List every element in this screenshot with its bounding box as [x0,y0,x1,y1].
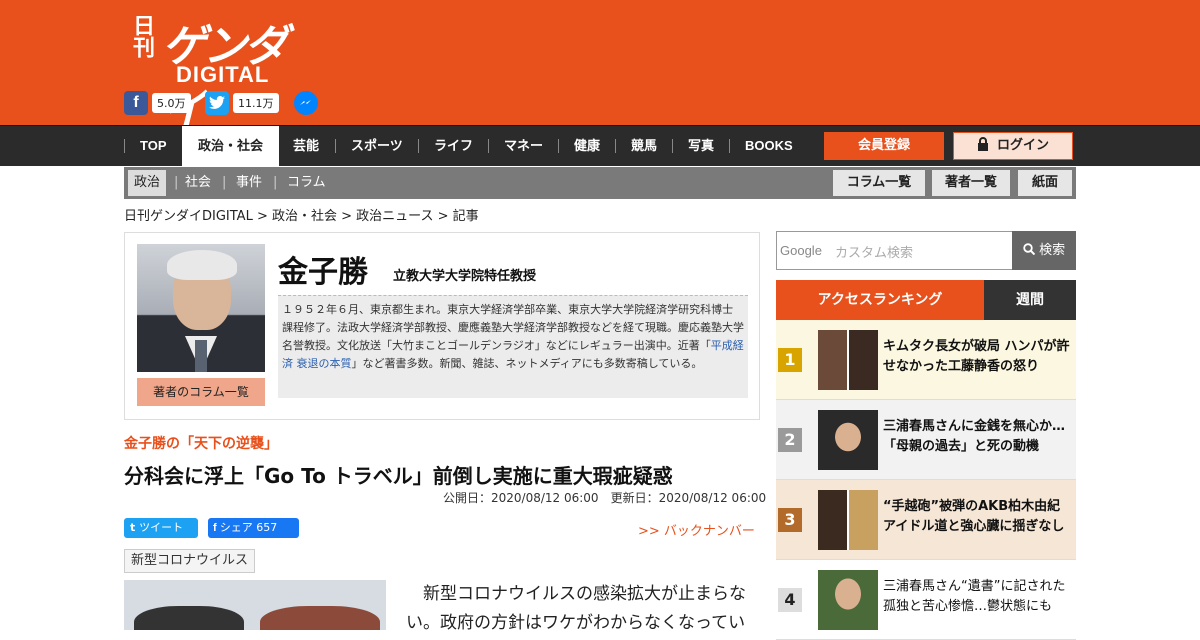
ranking-thumbnail [818,330,878,390]
facebook-share[interactable]: f 5.0万 [124,91,191,115]
facebook-share-button[interactable]: f シェア 657 [208,518,299,538]
published-date: 公開日：2020/08/12 06:00 [443,491,599,505]
register-button[interactable]: 会員登録 [824,132,944,160]
twitter-icon [205,91,229,115]
column-list-button[interactable]: コラム一覧 [833,170,925,196]
image-person-right [260,606,380,630]
ranking-title: 三浦春馬さん“遺書”に記された孤独と苦心惨憺…鬱状態にも [883,579,1066,614]
logo-kanji: 日刊 [129,14,155,58]
lock-icon [977,137,988,151]
messenger-share[interactable] [294,91,318,115]
nav-money[interactable]: マネー [504,126,543,166]
ranking-item[interactable]: 1 キムタク長女が破局 ハンパが許せなかった工藤静香の怒り [776,320,1076,400]
topic-tag[interactable]: 新型コロナウイルス [124,549,256,573]
subnav-society[interactable]: 社会 [185,167,211,199]
ranking-tabs: アクセスランキング 週間 [776,280,1076,320]
nav-photo[interactable]: 写真 [688,126,714,166]
nav-books[interactable]: BOOKS [745,126,793,166]
main-nav: TOP 政治・社会 芸能 スポーツ ライフ マネー 健康 競馬 写真 BOOKS… [0,125,1200,166]
site-logo[interactable]: 日刊 ゲンダイ DIGITAL [124,10,304,136]
tab-weekly[interactable]: 週間 [984,280,1076,320]
share-label: シェア 657 [219,521,278,534]
nav-health[interactable]: 健康 [574,126,600,166]
nav-divider [124,139,125,153]
tab-access-ranking[interactable]: アクセスランキング [776,280,984,320]
twitter-count: 11.1万 [233,93,279,113]
column-series-title[interactable]: 金子勝の「天下の逆襲」 [124,433,278,453]
login-button[interactable]: ログイン [953,132,1073,160]
google-brand: Google [780,243,822,258]
nav-divider [418,139,419,153]
nav-top[interactable]: TOP [140,126,167,166]
article-dates: 公開日：2020/08/12 06:00 更新日：2020/08/12 06:0… [443,489,766,506]
tweet-button[interactable]: t ツイート [124,518,198,538]
nav-divider [615,139,616,153]
search-input[interactable]: カスタム検索 [835,242,913,261]
twitter-share[interactable]: 11.1万 [205,91,279,115]
author-box: 著者のコラム一覧 金子勝 立教大学大学院特任教授 １９５２年６月、東京都生まれ。… [124,232,760,420]
article-body: 新型コロナウイルスの感染拡大が止まらない。政府の方針はワケがわからなくなってい [406,584,746,633]
subnav-divider: | [222,175,227,190]
author-list-button[interactable]: 著者一覧 [932,170,1010,196]
subnav-politics[interactable]: 政治 [128,170,167,196]
subnav-divider: | [174,175,179,190]
site-header: 日刊 ゲンダイ DIGITAL f 5.0万 11.1万 [0,0,1200,136]
rank-number: 2 [778,428,802,452]
ranking-title: 三浦春馬さんに金銭を無心か…「母親の過去」と死の動機 [883,419,1066,454]
search-button[interactable]: 検索 [1012,231,1076,270]
nav-entertainment[interactable]: 芸能 [293,126,319,166]
updated-date: 更新日：2020/08/12 06:00 [610,491,767,505]
nav-divider [335,139,336,153]
sub-nav: 政治 | 社会 | 事件 | コラム コラム一覧 著者一覧 紙面 [124,167,1076,199]
nav-divider [729,139,730,153]
author-hair [167,250,237,280]
subnav-column[interactable]: コラム [287,167,326,199]
ranking-title: “手越砲”被弾のAKB柏木由紀 アイドル道と強心臓に揺ぎなし [883,499,1065,534]
twitter-icon: t [130,521,140,534]
author-columns-button[interactable]: 著者のコラム一覧 [137,378,265,406]
backnumber-link[interactable]: >> バックナンバー [638,520,755,539]
author-name: 金子勝 [278,255,368,290]
ranking-item[interactable]: 4 三浦春馬さん“遺書”に記された孤独と苦心惨憺…鬱状態にも [776,560,1076,640]
ranking-item[interactable]: 3 “手越砲”被弾のAKB柏木由紀 アイドル道と強心臓に揺ぎなし [776,480,1076,560]
author-title: 立教大学大学院特任教授 [393,269,537,284]
search-button-label: 検索 [1039,243,1066,258]
author-bio: １９５２年６月、東京都生まれ。東京大学経済学部卒業、東京大学大学院経済学研究科博… [278,295,748,398]
author-photo [137,244,265,372]
nav-keiba[interactable]: 競馬 [631,126,657,166]
article-image [124,580,386,630]
nav-politics[interactable]: 政治・社会 [182,126,279,166]
facebook-icon: f [124,91,148,115]
facebook-count: 5.0万 [152,93,191,113]
bio-text: １９５２年６月、東京都生まれ。東京大学経済学部卒業、東京大学大学院経済学研究科博… [282,303,744,352]
rank-number: 3 [778,508,802,532]
author-tie [195,340,207,372]
nav-divider [488,139,489,153]
article-headline: 分科会に浮上「Go To トラベル」前倒し実施に重大瑕疵疑惑 [124,464,673,488]
nav-sports[interactable]: スポーツ [351,126,403,166]
ranking-thumbnail [818,410,878,470]
bio-text: 」など著書多数。新聞、雑誌、ネットメディアにも多数寄稿している。 [351,357,703,370]
ranking-title: キムタク長女が破局 ハンパが許せなかった工藤静香の怒り [883,339,1070,374]
subnav-divider: | [273,175,278,190]
search-box: Google カスタム検索 検索 [776,231,1076,270]
nav-divider [558,139,559,153]
search-icon [1023,243,1036,256]
facebook-icon: f [213,522,220,534]
rank-number: 1 [778,348,802,372]
paper-button[interactable]: 紙面 [1018,170,1072,196]
subnav-incident[interactable]: 事件 [236,167,262,199]
ranking-item[interactable]: 2 三浦春馬さんに金銭を無心か…「母親の過去」と死の動機 [776,400,1076,480]
ranking-thumbnail [818,570,878,630]
logo-sub: DIGITAL [176,62,270,87]
image-person-left [134,606,244,630]
login-label: ログイン [996,138,1049,153]
messenger-icon [294,91,318,115]
tweet-label: ツイート [139,521,184,534]
ranking-thumbnail [818,490,878,550]
nav-divider [672,139,673,153]
nav-life[interactable]: ライフ [434,126,473,166]
breadcrumb[interactable]: 日刊ゲンダイDIGITAL > 政治・社会 > 政治ニュース > 記事 [124,205,479,224]
rank-number: 4 [778,588,802,612]
